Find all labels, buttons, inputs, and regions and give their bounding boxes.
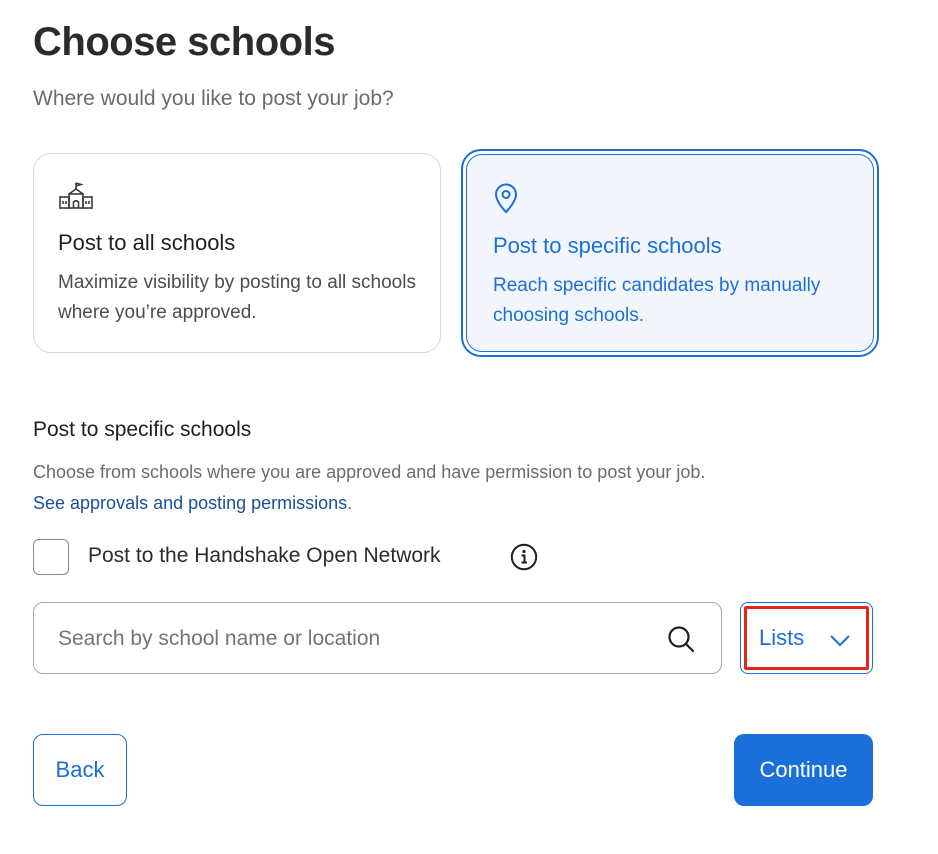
lists-dropdown-button[interactable]: Lists (740, 602, 873, 674)
option-description: Maximize visibility by posting to all sc… (58, 272, 416, 323)
selected-card-inner: Post to specific schools Reach specific … (466, 154, 874, 352)
option-heading: Post to specific schools (493, 233, 722, 258)
option-description: Reach specific candidates by manually ch… (493, 275, 821, 326)
search-icon[interactable] (667, 625, 695, 653)
option-heading: Post to all schools (58, 230, 236, 255)
link-suffix: . (347, 493, 353, 513)
section-description-text: Choose from schools where you are approv… (33, 462, 706, 482)
section-description: Choose from schools where you are approv… (33, 457, 893, 519)
chevron-down-icon (829, 629, 851, 651)
option-post-specific-schools[interactable]: Post to specific schools Reach specific … (461, 149, 879, 357)
open-network-checkbox-label[interactable]: Post to the Handshake Open Network (88, 544, 441, 568)
school-search-input[interactable] (58, 623, 638, 655)
info-icon[interactable] (510, 543, 538, 571)
location-pin-icon (493, 183, 529, 215)
section-title: Post to specific schools (33, 418, 252, 441)
back-button[interactable]: Back (33, 734, 127, 806)
page-title: Choose schools (33, 20, 335, 64)
page-subtitle: Where would you like to post your job? (33, 87, 394, 110)
school-building-icon (58, 180, 94, 212)
approvals-permissions-link[interactable]: See approvals and posting permissions (33, 493, 347, 513)
lists-label: Lists (759, 625, 805, 650)
option-post-all-schools[interactable]: Post to all schools Maximize visibility … (33, 153, 441, 353)
choose-schools-page: Choose schools Where would you like to p… (0, 0, 938, 854)
continue-button[interactable]: Continue (734, 734, 873, 806)
open-network-checkbox[interactable] (33, 539, 69, 575)
school-search-box (33, 602, 722, 674)
